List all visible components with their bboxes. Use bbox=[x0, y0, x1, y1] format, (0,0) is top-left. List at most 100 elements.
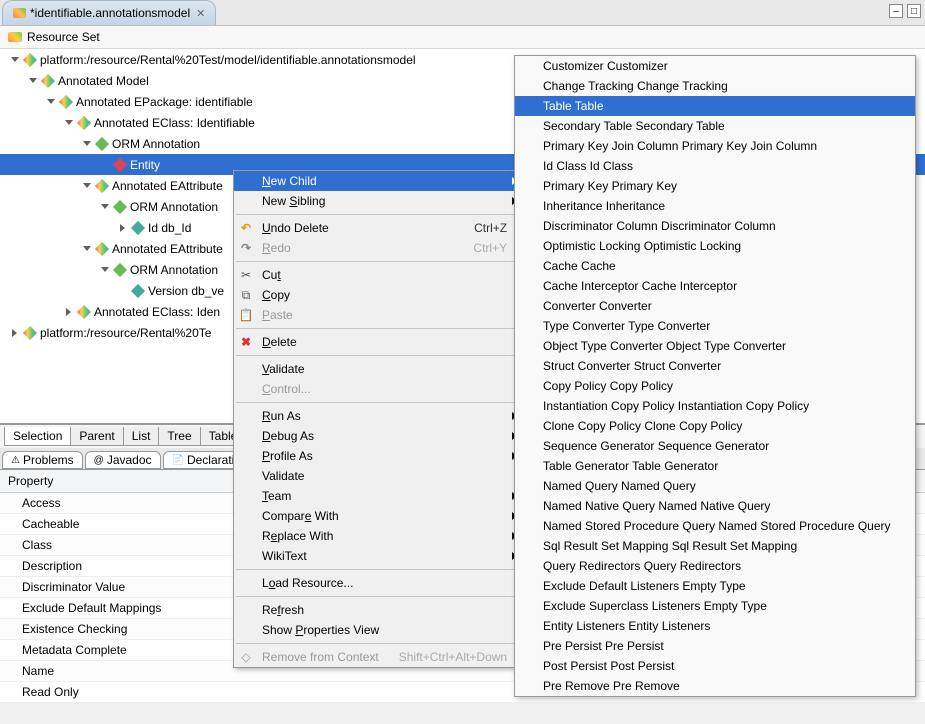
expand-icon[interactable] bbox=[64, 307, 74, 317]
menu-item[interactable]: ✂Cut bbox=[234, 265, 527, 285]
new-child-submenu[interactable]: Customizer Customizer Change Tracking Cha… bbox=[514, 55, 916, 697]
copy-icon: ⧉ bbox=[239, 288, 253, 302]
submenu-item[interactable]: Exclude Default Listeners Empty Type bbox=[515, 576, 915, 596]
expand-icon[interactable] bbox=[10, 328, 20, 338]
submenu-item[interactable]: Named Query Named Query bbox=[515, 476, 915, 496]
submenu-item[interactable]: Named Native Query Named Native Query bbox=[515, 496, 915, 516]
submenu-item[interactable]: Type Converter Type Converter bbox=[515, 316, 915, 336]
child-type-icon bbox=[520, 539, 534, 553]
node-icon bbox=[95, 241, 109, 255]
submenu-item[interactable]: Optimistic Locking Optimistic Locking bbox=[515, 236, 915, 256]
submenu-item[interactable]: Cache Cache bbox=[515, 256, 915, 276]
mode-tab-list[interactable]: List bbox=[123, 427, 160, 446]
collapse-icon[interactable] bbox=[64, 118, 74, 128]
view-tab-javadoc[interactable]: @Javadoc bbox=[85, 451, 161, 469]
submenu-item[interactable]: Discriminator Column Discriminator Colum… bbox=[515, 216, 915, 236]
submenu-item[interactable]: Pre Persist Pre Persist bbox=[515, 636, 915, 656]
menu-item[interactable]: Team bbox=[234, 486, 527, 506]
collapse-icon[interactable] bbox=[82, 181, 92, 191]
node-icon bbox=[95, 178, 109, 192]
menu-item[interactable]: Refresh bbox=[234, 600, 527, 620]
submenu-item-label: Change Tracking Change Tracking bbox=[543, 79, 728, 93]
submenu-item[interactable]: Customizer Customizer bbox=[515, 56, 915, 76]
collapse-icon[interactable] bbox=[100, 265, 110, 275]
maximize-button[interactable]: □ bbox=[907, 4, 921, 18]
menu-item[interactable]: ⧉Copy bbox=[234, 285, 527, 305]
submenu-item[interactable]: Sequence Generator Sequence Generator bbox=[515, 436, 915, 456]
submenu-item[interactable]: Table Generator Table Generator bbox=[515, 456, 915, 476]
submenu-item[interactable]: Converter Converter bbox=[515, 296, 915, 316]
submenu-item[interactable]: Post Persist Post Persist bbox=[515, 656, 915, 676]
menu-item[interactable]: Validate bbox=[234, 466, 527, 486]
menu-item-label: WikiText bbox=[262, 549, 307, 563]
submenu-item[interactable]: Pre Remove Pre Remove bbox=[515, 676, 915, 696]
submenu-item[interactable]: Secondary Table Secondary Table bbox=[515, 116, 915, 136]
view-tab-declarati[interactable]: 📄Declarati bbox=[163, 451, 244, 469]
submenu-item[interactable]: Clone Copy Policy Clone Copy Policy bbox=[515, 416, 915, 436]
submenu-item-label: Clone Copy Policy Clone Copy Policy bbox=[543, 419, 742, 433]
submenu-item[interactable]: Change Tracking Change Tracking bbox=[515, 76, 915, 96]
menu-item[interactable]: WikiText bbox=[234, 546, 527, 566]
menu-item[interactable]: Replace With bbox=[234, 526, 527, 546]
mode-tab-parent[interactable]: Parent bbox=[70, 427, 123, 446]
menu-separator bbox=[236, 569, 525, 570]
child-type-icon bbox=[520, 119, 534, 133]
expand-icon[interactable] bbox=[118, 223, 128, 233]
menu-item[interactable]: New Child bbox=[234, 171, 527, 191]
submenu-item[interactable]: Named Stored Procedure Query Named Store… bbox=[515, 516, 915, 536]
context-menu[interactable]: New ChildNew Sibling↶Undo DeleteCtrl+Z↷R… bbox=[233, 170, 528, 668]
submenu-item[interactable]: Cache Interceptor Cache Interceptor bbox=[515, 276, 915, 296]
tree-node-label: Annotated EClass: Identifiable bbox=[94, 116, 255, 130]
child-type-icon bbox=[520, 619, 534, 633]
submenu-item[interactable]: Object Type Converter Object Type Conver… bbox=[515, 336, 915, 356]
collapse-icon[interactable] bbox=[82, 139, 92, 149]
rem-icon: ◇ bbox=[239, 650, 253, 664]
menu-item[interactable]: ↶Undo DeleteCtrl+Z bbox=[234, 218, 527, 238]
close-icon[interactable]: ✕ bbox=[196, 7, 205, 20]
submenu-item[interactable]: Primary Key Join Column Primary Key Join… bbox=[515, 136, 915, 156]
menu-item[interactable]: Debug As bbox=[234, 426, 527, 446]
tree-node-label: Annotated Model bbox=[58, 74, 149, 88]
submenu-item-label: Customizer Customizer bbox=[543, 59, 668, 73]
menu-item[interactable]: ✖Delete bbox=[234, 332, 527, 352]
collapse-icon[interactable] bbox=[28, 76, 38, 86]
editor-tab[interactable]: *identifiable.annotationsmodel ✕ bbox=[2, 0, 216, 25]
submenu-item[interactable]: Sql Result Set Mapping Sql Result Set Ma… bbox=[515, 536, 915, 556]
editor-tab-bar: *identifiable.annotationsmodel ✕ ‒ □ bbox=[0, 0, 925, 26]
menu-item: 📋Paste bbox=[234, 305, 527, 325]
collapse-icon[interactable] bbox=[82, 244, 92, 254]
menu-item[interactable]: New Sibling bbox=[234, 191, 527, 211]
menu-item-label: Debug As bbox=[262, 429, 314, 443]
menu-item[interactable]: Run As bbox=[234, 406, 527, 426]
submenu-item[interactable]: Entity Listeners Entity Listeners bbox=[515, 616, 915, 636]
submenu-item[interactable]: Inheritance Inheritance bbox=[515, 196, 915, 216]
collapse-icon[interactable] bbox=[46, 97, 56, 107]
minimize-button[interactable]: ‒ bbox=[889, 4, 903, 18]
submenu-item[interactable]: Exclude Superclass Listeners Empty Type bbox=[515, 596, 915, 616]
collapse-icon[interactable] bbox=[100, 202, 110, 212]
mode-tab-selection[interactable]: Selection bbox=[4, 427, 71, 446]
resource-set-icon bbox=[8, 32, 22, 42]
submenu-item[interactable]: Copy Policy Copy Policy bbox=[515, 376, 915, 396]
mode-tab-tree[interactable]: Tree bbox=[158, 427, 200, 446]
menu-item[interactable]: Show Properties View bbox=[234, 620, 527, 640]
submenu-item-label: Secondary Table Secondary Table bbox=[543, 119, 725, 133]
submenu-item-label: Pre Remove Pre Remove bbox=[543, 679, 680, 693]
submenu-item[interactable]: Id Class Id Class bbox=[515, 156, 915, 176]
menu-item[interactable]: Validate bbox=[234, 359, 527, 379]
menu-item-label: Undo Delete bbox=[262, 221, 329, 235]
submenu-item[interactable]: Struct Converter Struct Converter bbox=[515, 356, 915, 376]
menu-item[interactable]: Load Resource... bbox=[234, 573, 527, 593]
collapse-icon[interactable] bbox=[10, 55, 20, 65]
menu-separator bbox=[236, 214, 525, 215]
submenu-item[interactable]: Query Redirectors Query Redirectors bbox=[515, 556, 915, 576]
menu-item[interactable]: Profile As bbox=[234, 446, 527, 466]
submenu-item[interactable]: Primary Key Primary Key bbox=[515, 176, 915, 196]
submenu-item[interactable]: Instantiation Copy Policy Instantiation … bbox=[515, 396, 915, 416]
menu-item-label: Validate bbox=[262, 362, 305, 376]
submenu-item[interactable]: Table Table bbox=[515, 96, 915, 116]
tree-node-label: Annotated EPackage: identifiable bbox=[76, 95, 253, 109]
submenu-item-label: Post Persist Post Persist bbox=[543, 659, 674, 673]
menu-item[interactable]: Compare With bbox=[234, 506, 527, 526]
view-tab-problems[interactable]: ⚠Problems bbox=[2, 451, 83, 469]
